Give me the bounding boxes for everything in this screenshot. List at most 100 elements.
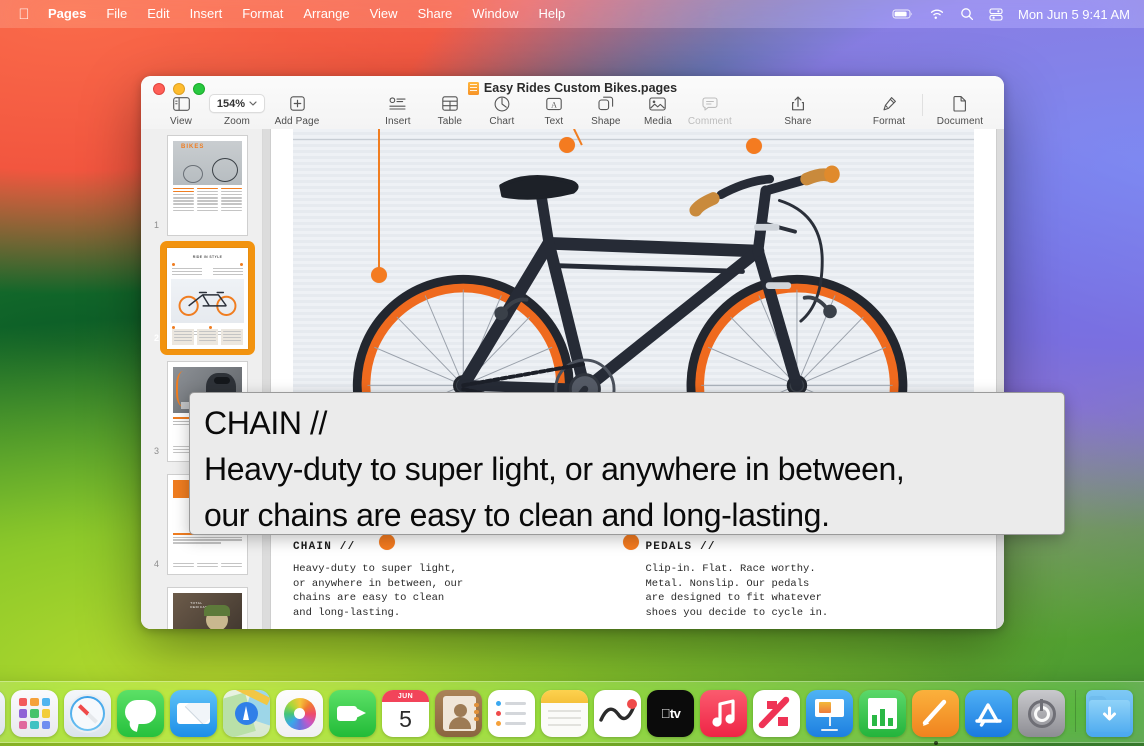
dock-item-maps[interactable] — [223, 690, 270, 737]
dock-item-trash[interactable] — [1139, 690, 1144, 737]
window-body: BIKES 1 — [141, 129, 1004, 629]
document-proxy-icon[interactable] — [468, 82, 479, 95]
page-number: 4 — [154, 559, 159, 569]
menu-item-format[interactable]: Format — [232, 0, 293, 28]
dock-item-tv[interactable]: tv — [647, 690, 694, 737]
text-button[interactable]: A Text — [528, 94, 580, 127]
menu-item-arrange[interactable]: Arrange — [293, 0, 359, 28]
comment-button[interactable]: Comment — [684, 94, 736, 127]
menu-item-pages[interactable]: Pages — [38, 0, 96, 28]
calendar-month: JUN — [382, 690, 429, 702]
document-canvas[interactable]: CHAIN // Heavy-duty to super light, or a… — [263, 129, 1004, 629]
toolbar-share-group: Share — [772, 94, 824, 127]
document-button[interactable]: Document — [930, 94, 990, 127]
search-icon[interactable] — [960, 7, 974, 21]
insert-button[interactable]: Insert — [372, 94, 424, 127]
dock-item-notes[interactable] — [541, 690, 588, 737]
sidebar-page-2[interactable]: RIDE IN STYLE — [141, 242, 262, 355]
menu-item-window[interactable]: Window — [462, 0, 528, 28]
format-label: Format — [873, 116, 905, 127]
page-number: 3 — [154, 446, 159, 456]
page-text-columns[interactable]: CHAIN // Heavy-duty to super light, or a… — [293, 529, 974, 620]
document-page[interactable]: CHAIN // Heavy-duty to super light, or a… — [271, 129, 996, 629]
thumbnail-heading: RIDE IN STYLE — [193, 255, 223, 259]
zoom-value-pill[interactable]: 154% — [209, 94, 265, 113]
dock-item-mail[interactable] — [170, 690, 217, 737]
comment-icon — [702, 94, 718, 113]
media-label: Media — [644, 116, 672, 127]
dock-item-calendar[interactable]: JUN 5 — [382, 690, 429, 737]
share-button[interactable]: Share — [772, 94, 824, 127]
menu-bar:  Pages File Edit Insert Format Arrange … — [0, 0, 1144, 28]
media-icon — [649, 94, 666, 113]
dock-divider — [1075, 690, 1076, 732]
dock-item-numbers[interactable] — [859, 690, 906, 737]
toolbar-center-group: Insert Table Chart A — [372, 94, 736, 127]
column-chain-body: Heavy-duty to super light, or anywhere i… — [293, 562, 622, 620]
dock-item-finder[interactable] — [0, 690, 5, 737]
insert-icon — [389, 94, 406, 113]
shape-button[interactable]: Shape — [580, 94, 632, 127]
insert-label: Insert — [385, 116, 411, 127]
menu-item-insert[interactable]: Insert — [180, 0, 233, 28]
share-label: Share — [784, 116, 811, 127]
dock-item-pages[interactable] — [912, 690, 959, 737]
page-thumbnails-sidebar[interactable]: BIKES 1 — [141, 129, 263, 629]
table-button[interactable]: Table — [424, 94, 476, 127]
dock-item-reminders[interactable] — [488, 690, 535, 737]
toolbar: View 154% Zoom Add Page — [141, 94, 1004, 129]
menu-item-edit[interactable]: Edit — [137, 0, 179, 28]
window-title: Easy Rides Custom Bikes.pages — [484, 81, 677, 95]
dock-item-news[interactable] — [753, 690, 800, 737]
apple-menu-icon[interactable]:  — [10, 7, 38, 22]
chart-button[interactable]: Chart — [476, 94, 528, 127]
battery-icon[interactable] — [892, 8, 914, 20]
menu-item-help[interactable]: Help — [529, 0, 576, 28]
dock-item-contacts[interactable] — [435, 690, 482, 737]
menu-bar-clock[interactable]: Mon Jun 5 9:41 AM — [1018, 7, 1130, 22]
table-label: Table — [438, 116, 462, 127]
add-page-button[interactable]: Add Page — [267, 94, 327, 127]
add-page-icon — [290, 94, 305, 113]
zoom-value: 154% — [217, 98, 245, 110]
dock-item-music[interactable] — [700, 690, 747, 737]
page-thumbnail[interactable]: RIDE IN STYLE — [167, 248, 248, 349]
dock-item-app-store[interactable] — [965, 690, 1012, 737]
dock-item-keynote[interactable] — [806, 690, 853, 737]
dock[interactable]: JUN 5 — [0, 681, 1144, 743]
menu-item-view[interactable]: View — [360, 0, 408, 28]
hover-text-overlay: CHAIN // Heavy-duty to super light, or a… — [189, 392, 1065, 535]
dock-item-safari[interactable] — [64, 690, 111, 737]
dock-item-launchpad[interactable] — [11, 690, 58, 737]
page-thumbnail[interactable]: BIKES — [167, 135, 248, 236]
view-button[interactable]: View — [155, 94, 207, 127]
column-chain-heading: CHAIN // — [293, 541, 622, 553]
callout-line-left — [378, 129, 380, 269]
sidebar-page-1[interactable]: BIKES 1 — [141, 129, 262, 242]
share-icon — [791, 94, 805, 113]
dock-item-photos[interactable] — [276, 690, 323, 737]
sidebar-page-5[interactable]: TOTAL DEDICATION 5 — [141, 581, 262, 629]
zoom-control[interactable]: 154% Zoom — [207, 94, 267, 127]
toolbar-divider — [922, 94, 923, 116]
dock-item-freeform[interactable] — [594, 690, 641, 737]
column-pedals-heading: PEDALS // — [646, 541, 975, 553]
page-number: 2 — [154, 333, 159, 343]
hover-text-line-1: CHAIN // — [204, 400, 1050, 446]
text-label: Text — [545, 116, 564, 127]
dock-item-system-settings[interactable] — [1018, 690, 1065, 737]
media-button[interactable]: Media — [632, 94, 684, 127]
format-button[interactable]: Format — [863, 94, 915, 127]
menu-item-file[interactable]: File — [96, 0, 137, 28]
chevron-down-icon — [249, 101, 257, 106]
menu-item-share[interactable]: Share — [408, 0, 463, 28]
dock-item-facetime[interactable] — [329, 690, 376, 737]
callout-dot-chain — [379, 534, 395, 550]
wifi-icon[interactable] — [929, 8, 945, 20]
dock-item-messages[interactable] — [117, 690, 164, 737]
page-number: 1 — [154, 220, 159, 230]
page-thumbnail[interactable]: TOTAL DEDICATION — [167, 587, 248, 629]
control-center-icon[interactable] — [989, 8, 1003, 21]
dock-item-downloads-folder[interactable] — [1086, 690, 1133, 737]
sidebar-icon — [173, 94, 190, 113]
